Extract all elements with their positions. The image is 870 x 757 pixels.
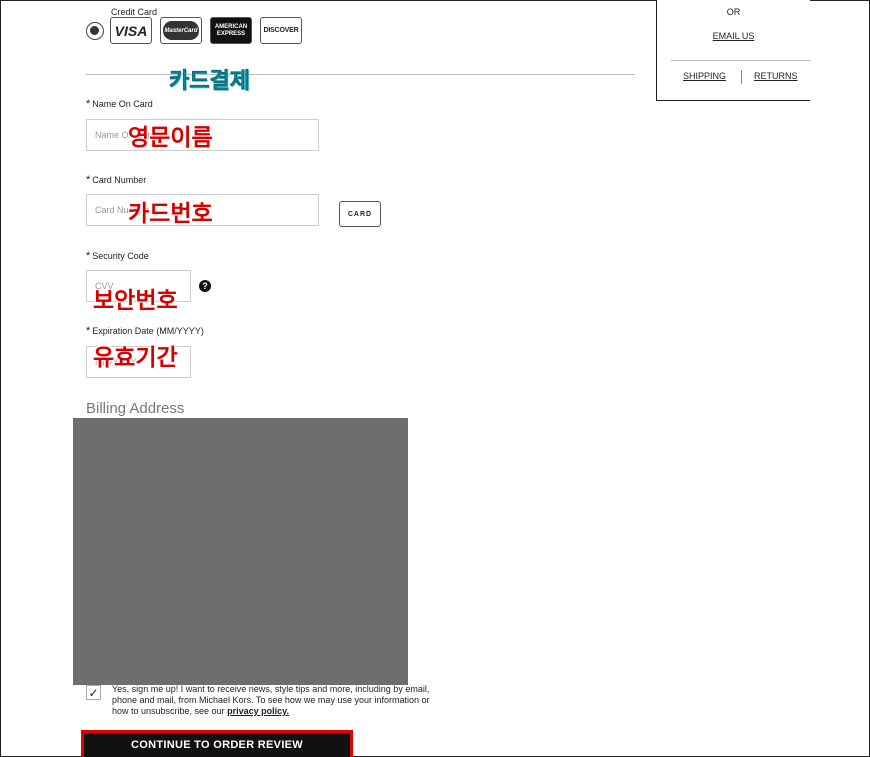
discover-logo: DISCOVER — [260, 17, 302, 44]
newsletter-checkbox[interactable]: ✓ — [86, 685, 101, 700]
amex-logo-line1: AMERICAN — [214, 23, 248, 30]
security-code-label: * Security Code — [86, 250, 149, 262]
annotation-english-name: 영문이름 — [128, 124, 213, 150]
amex-logo: AMERICAN EXPRESS — [210, 17, 252, 44]
annotation-card-payment: 카드결제 — [169, 68, 250, 94]
card-number-label: * Card Number — [86, 174, 147, 186]
link-separator — [741, 70, 742, 84]
redacted-billing-region — [73, 418, 408, 685]
cta-highlight-frame: CONTINUE TO ORDER REVIEW — [81, 730, 353, 757]
help-icon[interactable]: ? — [199, 280, 211, 292]
name-on-card-label: * Name On Card — [86, 98, 153, 110]
billing-address-title: Billing Address — [86, 400, 185, 417]
credit-card-radio[interactable] — [86, 22, 104, 40]
card-scan-button[interactable]: CARD — [339, 201, 381, 227]
shipping-link[interactable]: SHIPPING — [683, 71, 726, 81]
privacy-policy-link[interactable]: privacy policy. — [227, 706, 289, 716]
returns-link[interactable]: RETURNS — [754, 71, 798, 81]
annotation-security-code: 보안번호 — [93, 287, 178, 313]
help-side-panel: OR EMAIL US SHIPPING RETURNS — [656, 0, 811, 101]
credit-card-label: Credit Card — [111, 7, 158, 17]
or-text: OR — [726, 7, 741, 17]
annotation-card-number: 카드번호 — [128, 200, 213, 226]
discover-logo-text: DISCOVER — [263, 27, 299, 34]
continue-to-order-review-button[interactable]: CONTINUE TO ORDER REVIEW — [84, 733, 350, 757]
visa-logo: VISA — [110, 17, 152, 44]
visa-logo-text: VISA — [114, 22, 148, 39]
newsletter-consent-text: Yes, sign me up! I want to receive news,… — [112, 684, 442, 717]
side-panel-divider — [671, 60, 811, 61]
mastercard-logo-text: MasterCard — [163, 21, 199, 40]
annotation-expiration: 유효기간 — [93, 344, 178, 370]
mastercard-logo: MasterCard — [160, 17, 202, 44]
amex-logo-line2: EXPRESS — [216, 30, 246, 37]
email-us-link[interactable]: EMAIL US — [713, 31, 755, 41]
expiration-date-label: * Expiration Date (MM/YYYY) — [86, 325, 204, 337]
email-us-container: EMAIL US — [657, 31, 810, 41]
